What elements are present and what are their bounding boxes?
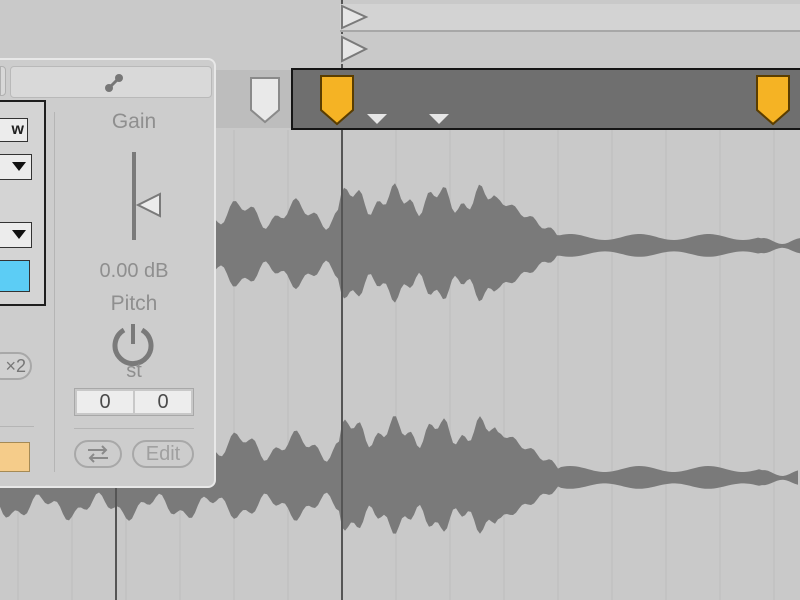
slider-handle-icon[interactable] (136, 192, 162, 218)
gain-value: 0.00 dB (99, 260, 169, 282)
transient-marker-icon[interactable] (427, 112, 451, 126)
warp-marker-icon[interactable] (317, 72, 361, 128)
transient-marker-icon[interactable] (365, 112, 389, 126)
gain-label: Gain (111, 110, 157, 133)
swap-arrows-icon (88, 445, 108, 463)
clip-sample-panel: w ×2 Gain 0.00 dB Pitch st 0 0 Edit (0, 58, 216, 488)
pitch-unit-label: st (126, 360, 142, 382)
loop-brace-rows (340, 0, 800, 66)
loop-start-flag-icon[interactable] (340, 4, 370, 30)
warp-marker-icon[interactable] (753, 72, 797, 128)
swap-button[interactable] (74, 440, 122, 468)
divider (54, 112, 55, 472)
signature-dropdown[interactable] (0, 154, 32, 180)
edit-button[interactable]: Edit (132, 440, 194, 468)
triangle-down-icon (12, 230, 26, 239)
double-tempo-button[interactable]: ×2 (0, 352, 32, 380)
divider (0, 426, 34, 427)
start-marker-row[interactable] (340, 34, 800, 64)
waveform-left-channel[interactable] (200, 183, 800, 303)
fine-detune-field[interactable]: 0 (135, 391, 191, 413)
start-marker-flag-icon[interactable] (340, 34, 370, 64)
clip-tab[interactable] (0, 66, 6, 96)
warp-button[interactable]: w (0, 118, 28, 142)
warp-selection-region[interactable] (291, 68, 800, 130)
coarse-transpose-field[interactable]: 0 (77, 391, 133, 413)
sample-tab[interactable] (10, 66, 212, 98)
divider (74, 428, 194, 429)
link-icon[interactable] (103, 72, 125, 94)
arrangement-view: w ×2 Gain 0.00 dB Pitch st 0 0 Edit (0, 0, 800, 600)
inactive-marker-icon[interactable] (247, 76, 287, 126)
clip-section: w (0, 100, 46, 306)
transpose-fields: 0 0 (74, 388, 194, 416)
triangle-down-icon (12, 162, 26, 171)
clip-color-swatch[interactable] (0, 260, 30, 292)
loop-brace-row[interactable] (340, 4, 800, 32)
pitch-label: Pitch (110, 292, 158, 315)
groove-dropdown[interactable] (0, 222, 32, 248)
secondary-color-swatch[interactable] (0, 442, 30, 472)
